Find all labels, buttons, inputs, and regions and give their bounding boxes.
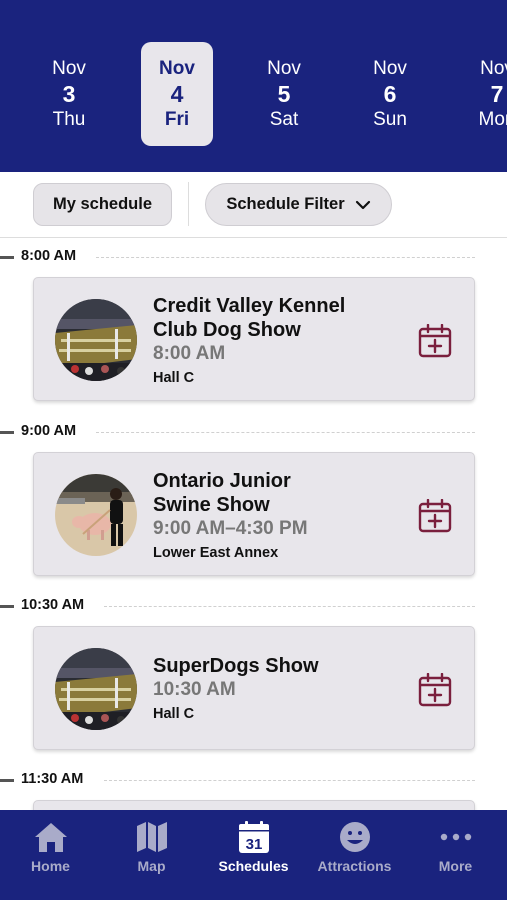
- event-thumbnail-dog-show: [55, 648, 137, 730]
- time-divider: [104, 780, 475, 781]
- time-header: 9:00 AM: [0, 421, 507, 443]
- event-time: 10:30 AM: [153, 679, 236, 700]
- event-card[interactable]: Credit Valley Kennel Club Dog Show 8:00 …: [33, 277, 475, 401]
- event-title: Credit Valley Kennel: [153, 295, 346, 317]
- event-card[interactable]: Ontario Junior Swine Show 9:00 AM–4:30 P…: [33, 452, 475, 576]
- time-header: 10:30 AM: [0, 595, 507, 617]
- time-label: 10:30 AM: [21, 597, 85, 613]
- nav-attractions[interactable]: Attractions: [304, 810, 405, 900]
- date-day: 6: [383, 81, 397, 107]
- time-tick: [0, 779, 14, 782]
- add-to-calendar-icon[interactable]: [418, 673, 452, 707]
- time-tick: [0, 256, 14, 259]
- time-divider: [104, 606, 475, 607]
- map-icon: [136, 822, 167, 852]
- event-title: Ontario Junior: [153, 470, 291, 492]
- date-month: Nov: [480, 58, 507, 79]
- add-to-calendar-icon[interactable]: [418, 499, 452, 533]
- chevron-down-icon: [355, 200, 370, 209]
- calendar-icon-date: 31: [245, 836, 262, 853]
- date-day: 7: [490, 81, 504, 107]
- time-tick: [0, 605, 14, 608]
- event-location: Hall C: [153, 370, 195, 386]
- time-divider: [96, 257, 475, 258]
- event-thumbnail-swine-show: [55, 474, 137, 556]
- schedule-list[interactable]: 8:00 AM Credit Valley Kennel Club Dog Sh: [0, 238, 507, 810]
- nav-more[interactable]: More: [405, 810, 506, 900]
- event-title-line2: Club Dog Show: [153, 319, 301, 341]
- date-day: 3: [62, 81, 76, 107]
- my-schedule-label: My schedule: [52, 195, 153, 213]
- date-weekday: Sat: [269, 109, 299, 130]
- event-card-partial[interactable]: [33, 800, 475, 810]
- my-schedule-button[interactable]: My schedule: [33, 183, 172, 226]
- time-header: 11:30 AM: [0, 769, 507, 791]
- date-selector: Nov 3 Thu Nov 4 Fri Nov 5 Sat Nov 6 Sun …: [0, 0, 507, 172]
- calendar-icon: 31: [238, 821, 269, 853]
- home-icon: [34, 823, 67, 852]
- time-tick: [0, 431, 14, 434]
- event-thumbnail-dog-show: [55, 299, 137, 381]
- event-card[interactable]: SuperDogs Show 10:30 AM Hall C: [33, 626, 475, 750]
- filter-bar: My schedule Schedule Filter: [0, 172, 507, 238]
- nav-label-attractions: Attractions: [317, 858, 392, 874]
- nav-map[interactable]: Map: [101, 810, 202, 900]
- date-nov-6[interactable]: Nov 6 Sun: [354, 42, 426, 146]
- event-location: Lower East Annex: [153, 545, 279, 561]
- add-to-calendar-icon[interactable]: [418, 324, 452, 358]
- nav-schedules[interactable]: 31 Schedules: [203, 810, 304, 900]
- event-time: 8:00 AM: [153, 343, 226, 364]
- time-label: 8:00 AM: [21, 248, 77, 264]
- nav-home[interactable]: Home: [0, 810, 101, 900]
- filter-divider: [188, 182, 189, 226]
- schedule-filter-label: Schedule Filter: [226, 195, 345, 213]
- bottom-nav: Home Map 31 Schedules Attractions More: [0, 810, 507, 900]
- nav-label-map: Map: [137, 858, 166, 874]
- nav-label-schedules: Schedules: [218, 858, 289, 874]
- date-weekday: Sun: [373, 109, 407, 130]
- date-month: Nov: [52, 58, 86, 79]
- date-day: 4: [170, 81, 184, 107]
- time-label: 9:00 AM: [21, 423, 77, 439]
- schedule-filter-dropdown[interactable]: Schedule Filter: [205, 183, 392, 226]
- nav-label-more: More: [438, 858, 473, 874]
- event-time: 9:00 AM–4:30 PM: [153, 518, 308, 539]
- time-divider: [96, 432, 475, 433]
- date-month: Nov: [267, 58, 301, 79]
- smiley-icon: [339, 822, 370, 852]
- event-title-line2: Swine Show: [153, 494, 270, 516]
- nav-label-home: Home: [31, 858, 70, 874]
- time-header: 8:00 AM: [0, 246, 507, 268]
- time-label: 11:30 AM: [21, 771, 84, 787]
- date-nov-5[interactable]: Nov 5 Sat: [248, 42, 320, 146]
- date-day: 5: [277, 81, 291, 107]
- more-icon: [440, 833, 471, 841]
- date-weekday: Fri: [164, 109, 190, 130]
- date-nov-4-selected[interactable]: Nov 4 Fri: [141, 42, 213, 146]
- date-nov-3[interactable]: Nov 3 Thu: [33, 42, 105, 146]
- date-nov-7[interactable]: Nov 7 Mon: [461, 42, 507, 146]
- date-weekday: Mon: [478, 109, 507, 130]
- date-weekday: Thu: [52, 109, 86, 130]
- date-month: Nov: [159, 58, 195, 79]
- event-title: SuperDogs Show: [153, 655, 319, 677]
- date-month: Nov: [373, 58, 407, 79]
- event-location: Hall C: [153, 706, 195, 722]
